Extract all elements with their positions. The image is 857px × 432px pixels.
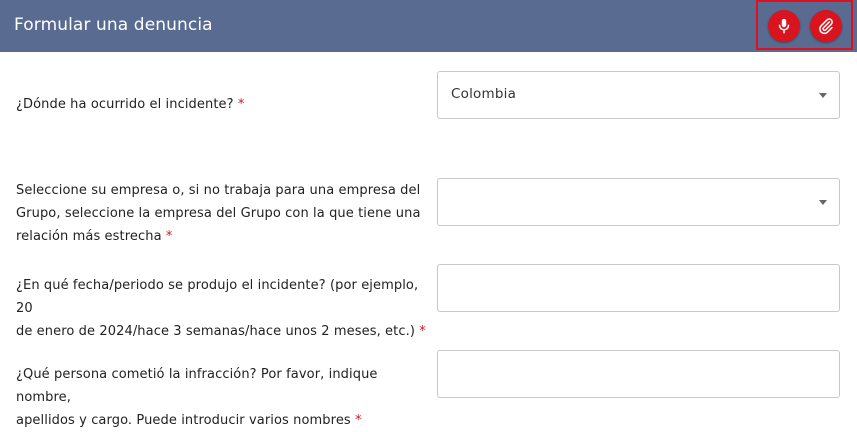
offender-names-input[interactable]	[437, 350, 840, 398]
question-label-line: relación más estrecha	[16, 229, 162, 244]
selected-value: Colombia	[451, 86, 517, 102]
chevron-down-icon	[819, 200, 827, 205]
question-label-line: Seleccione su empresa o, si no trabaja p…	[16, 183, 421, 198]
record-audio-button[interactable]	[768, 10, 800, 42]
question-label-line: de enero de 2024/hace 3 semanas/hace uno…	[16, 324, 415, 339]
header-actions-highlight	[756, 0, 853, 50]
question-incident-date: ¿En qué fecha/periodo se produjo el inci…	[16, 274, 426, 343]
question-label-line: apellidos y cargo. Puede introducir vari…	[16, 413, 351, 428]
required-marker: *	[237, 97, 245, 112]
chevron-down-icon	[819, 93, 827, 98]
required-marker: *	[355, 413, 362, 428]
microphone-icon	[778, 18, 790, 34]
incident-date-input[interactable]	[437, 264, 840, 312]
question-label: ¿Dónde ha ocurrido el incidente?	[16, 97, 234, 112]
question-label-line: Grupo, seleccione la empresa del Grupo c…	[16, 206, 421, 221]
required-marker: *	[165, 229, 173, 244]
company-select[interactable]	[437, 178, 840, 226]
question-incident-location: ¿Dónde ha ocurrido el incidente? *	[16, 93, 426, 116]
form-header: Formular una denuncia	[0, 0, 857, 52]
required-marker: *	[419, 324, 426, 339]
attach-file-button[interactable]	[810, 10, 842, 42]
paperclip-icon	[819, 18, 833, 35]
question-offender: ¿Qué persona cometió la infracción? Por …	[16, 363, 426, 432]
question-company: Seleccione su empresa o, si no trabaja p…	[16, 179, 426, 248]
question-label-line: ¿En qué fecha/periodo se produjo el inci…	[16, 278, 419, 316]
incident-location-select[interactable]: Colombia	[437, 71, 840, 119]
page-title: Formular una denuncia	[14, 15, 213, 35]
question-label-line: ¿Qué persona cometió la infracción? Por …	[16, 367, 378, 405]
